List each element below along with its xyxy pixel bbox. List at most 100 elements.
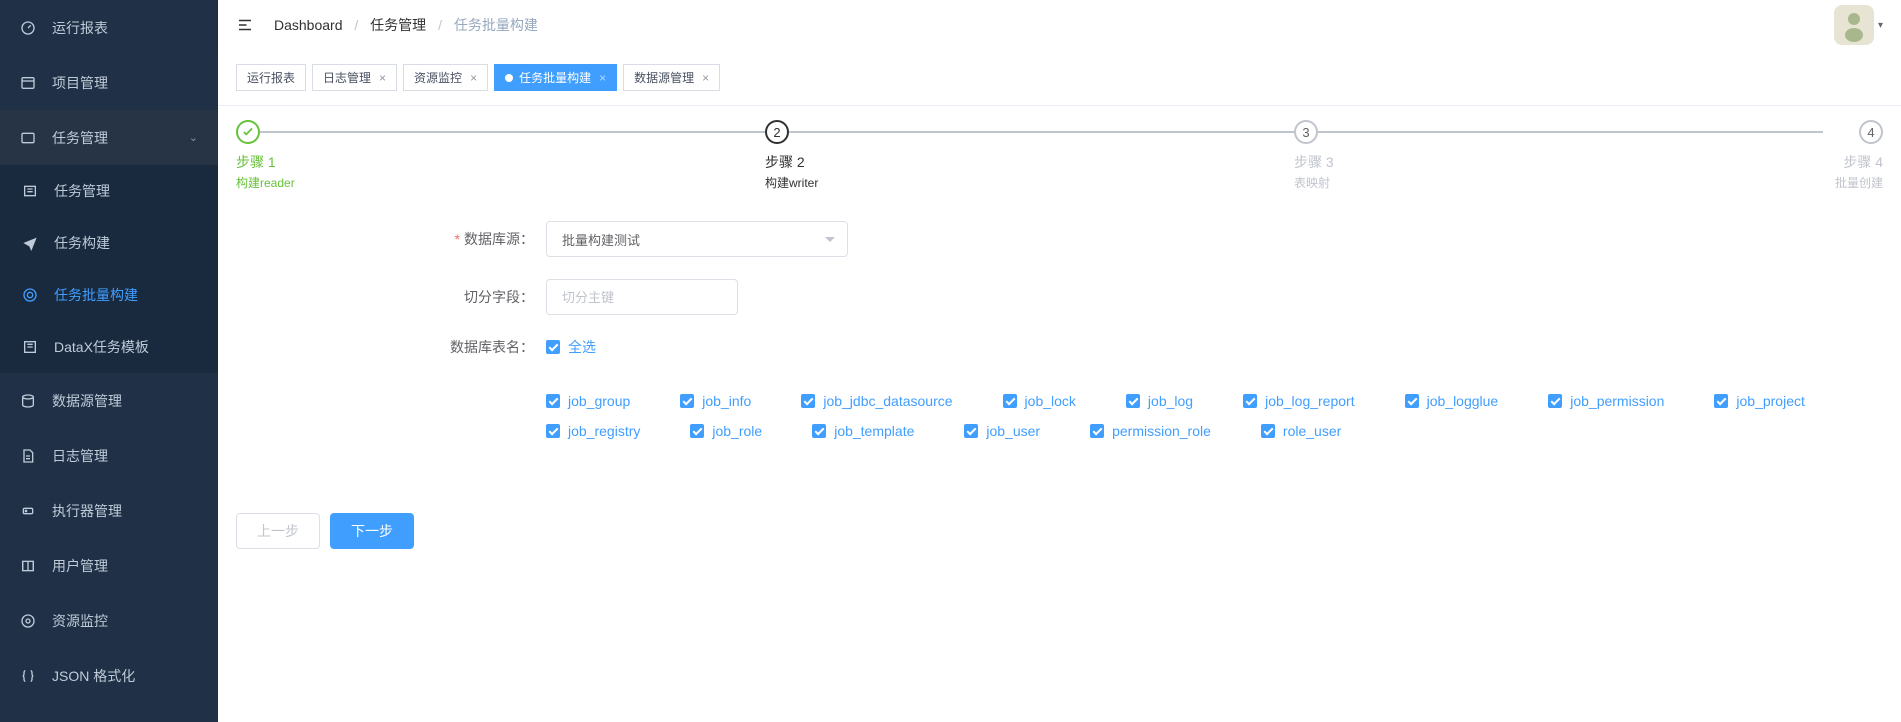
tab-log[interactable]: 日志管理 × xyxy=(312,64,397,91)
step-2: 2 步骤 2 构建writer xyxy=(765,120,1294,191)
sidebar-item-json[interactable]: JSON 格式化 xyxy=(0,648,218,703)
checkbox-table[interactable]: permission_role xyxy=(1090,423,1211,439)
step-line xyxy=(260,131,765,133)
checkbox-icon xyxy=(1126,394,1140,408)
checkbox-icon xyxy=(546,424,560,438)
tab-datasource[interactable]: 数据源管理 × xyxy=(623,64,720,91)
checkbox-label: job_log xyxy=(1148,393,1193,409)
checkbox-label: role_user xyxy=(1283,423,1341,439)
sidebar-sub-datax-template[interactable]: DataX任务模板 xyxy=(0,321,218,373)
content: 步骤 1 构建reader 2 步骤 2 构建writer 3 步骤 3 表映射 xyxy=(218,106,1901,722)
split-input[interactable] xyxy=(546,279,738,315)
checkbox-icon xyxy=(1003,394,1017,408)
checkbox-table[interactable]: job_project xyxy=(1714,393,1805,409)
sidebar-item-dashboard[interactable]: 运行报表 xyxy=(0,0,218,55)
checkbox-table[interactable]: job_lock xyxy=(1003,393,1076,409)
header: Dashboard / 任务管理 / 任务批量构建 ▾ xyxy=(218,0,1901,50)
step-line xyxy=(1318,131,1823,133)
breadcrumb-sep: / xyxy=(438,17,442,33)
tab-monitor[interactable]: 资源监控 × xyxy=(403,64,488,91)
checkbox-icon xyxy=(546,340,560,354)
executor-icon xyxy=(20,503,36,519)
json-icon xyxy=(20,668,36,684)
checkbox-table[interactable]: job_role xyxy=(690,423,762,439)
sidebar-item-label: 任务构建 xyxy=(54,233,110,253)
checkbox-label: job_registry xyxy=(568,423,640,439)
breadcrumb-item[interactable]: Dashboard xyxy=(274,17,343,33)
step-desc: 构建writer xyxy=(765,174,1294,191)
sidebar-item-label: 任务批量构建 xyxy=(54,285,138,305)
checkbox-label: job_role xyxy=(712,423,762,439)
user-menu[interactable]: ▾ xyxy=(1834,5,1883,45)
plane-icon xyxy=(22,235,38,251)
checkbox-table[interactable]: role_user xyxy=(1261,423,1341,439)
sidebar-sub-task-build[interactable]: 任务构建 xyxy=(0,217,218,269)
sidebar-sub-task-manage[interactable]: 任务管理 xyxy=(0,165,218,217)
sidebar-item-datasource[interactable]: 数据源管理 xyxy=(0,373,218,428)
breadcrumb-item[interactable]: 任务管理 xyxy=(370,17,426,33)
checkbox-table[interactable]: job_log_report xyxy=(1243,393,1355,409)
sidebar-item-executor[interactable]: 执行器管理 xyxy=(0,483,218,538)
step-title: 步骤 1 xyxy=(236,152,765,172)
check-icon xyxy=(236,120,260,144)
template-icon xyxy=(22,339,38,355)
checkbox-icon xyxy=(690,424,704,438)
next-button[interactable]: 下一步 xyxy=(330,513,414,549)
sidebar-sub-task-batch[interactable]: 任务批量构建 xyxy=(0,269,218,321)
checkbox-table[interactable]: job_user xyxy=(964,423,1040,439)
sidebar-item-project[interactable]: 项目管理 xyxy=(0,55,218,110)
select-value: 批量构建测试 xyxy=(562,230,640,249)
breadcrumb-sep: / xyxy=(354,17,358,33)
button-row: 上一步 下一步 xyxy=(236,513,1883,549)
checkbox-icon xyxy=(1548,394,1562,408)
hamburger-icon[interactable] xyxy=(236,16,254,34)
sidebar-item-log[interactable]: 日志管理 xyxy=(0,428,218,483)
checkbox-icon xyxy=(1405,394,1419,408)
dashboard-icon xyxy=(20,20,36,36)
checkbox-table[interactable]: job_permission xyxy=(1548,393,1664,409)
step-number-icon: 3 xyxy=(1294,120,1318,144)
checkbox-table[interactable]: job_logglue xyxy=(1405,393,1499,409)
checkbox-table[interactable]: job_jdbc_datasource xyxy=(801,393,952,409)
tab-label: 资源监控 xyxy=(414,69,462,86)
checkbox-table[interactable]: job_info xyxy=(680,393,751,409)
sidebar-item-label: 数据源管理 xyxy=(52,391,122,411)
checkbox-select-all[interactable]: 全选 xyxy=(546,337,596,357)
close-icon[interactable]: × xyxy=(599,71,606,85)
close-icon[interactable]: × xyxy=(470,71,477,85)
close-icon[interactable]: × xyxy=(379,71,386,85)
checkbox-table[interactable]: job_log xyxy=(1126,393,1193,409)
prev-button[interactable]: 上一步 xyxy=(236,513,320,549)
step-1: 步骤 1 构建reader xyxy=(236,120,765,191)
checkbox-table[interactable]: job_template xyxy=(812,423,914,439)
close-icon[interactable]: × xyxy=(702,71,709,85)
tab-batch-build[interactable]: 任务批量构建 × xyxy=(494,64,617,91)
checkbox-table[interactable]: job_group xyxy=(546,393,630,409)
source-select[interactable]: 批量构建测试 xyxy=(546,221,848,257)
log-icon xyxy=(20,448,36,464)
caret-down-icon: ▾ xyxy=(1878,20,1883,31)
checkbox-label: job_group xyxy=(568,393,630,409)
sidebar-item-label: 运行报表 xyxy=(52,18,108,38)
checkbox-icon xyxy=(801,394,815,408)
step-number-icon: 2 xyxy=(765,120,789,144)
checkbox-icon xyxy=(1261,424,1275,438)
tables-checkbox-group: job_group job_info job_jdbc_datasource job_… xyxy=(546,393,1883,453)
sidebar-item-task[interactable]: 任务管理 ⌄ xyxy=(0,110,218,165)
sidebar-item-label: 日志管理 xyxy=(52,446,108,466)
tab-label: 任务批量构建 xyxy=(519,69,591,86)
tab-dashboard[interactable]: 运行报表 xyxy=(236,64,306,91)
sidebar-item-user[interactable]: 用户管理 xyxy=(0,538,218,593)
checkbox-table[interactable]: job_registry xyxy=(546,423,640,439)
checkbox-icon xyxy=(680,394,694,408)
sidebar-item-monitor[interactable]: 资源监控 xyxy=(0,593,218,648)
tab-label: 数据源管理 xyxy=(634,69,694,86)
tab-label: 运行报表 xyxy=(247,69,295,86)
checkbox-label: 全选 xyxy=(568,337,596,357)
sidebar-item-label: 资源监控 xyxy=(52,611,108,631)
checkbox-label: job_permission xyxy=(1570,393,1664,409)
tabs-bar: 运行报表 日志管理 × 资源监控 × 任务批量构建 × 数据源管理 × xyxy=(218,50,1901,106)
source-label: *数据库源： xyxy=(236,229,546,249)
step-desc: 表映射 xyxy=(1294,174,1823,191)
datasource-icon xyxy=(20,393,36,409)
